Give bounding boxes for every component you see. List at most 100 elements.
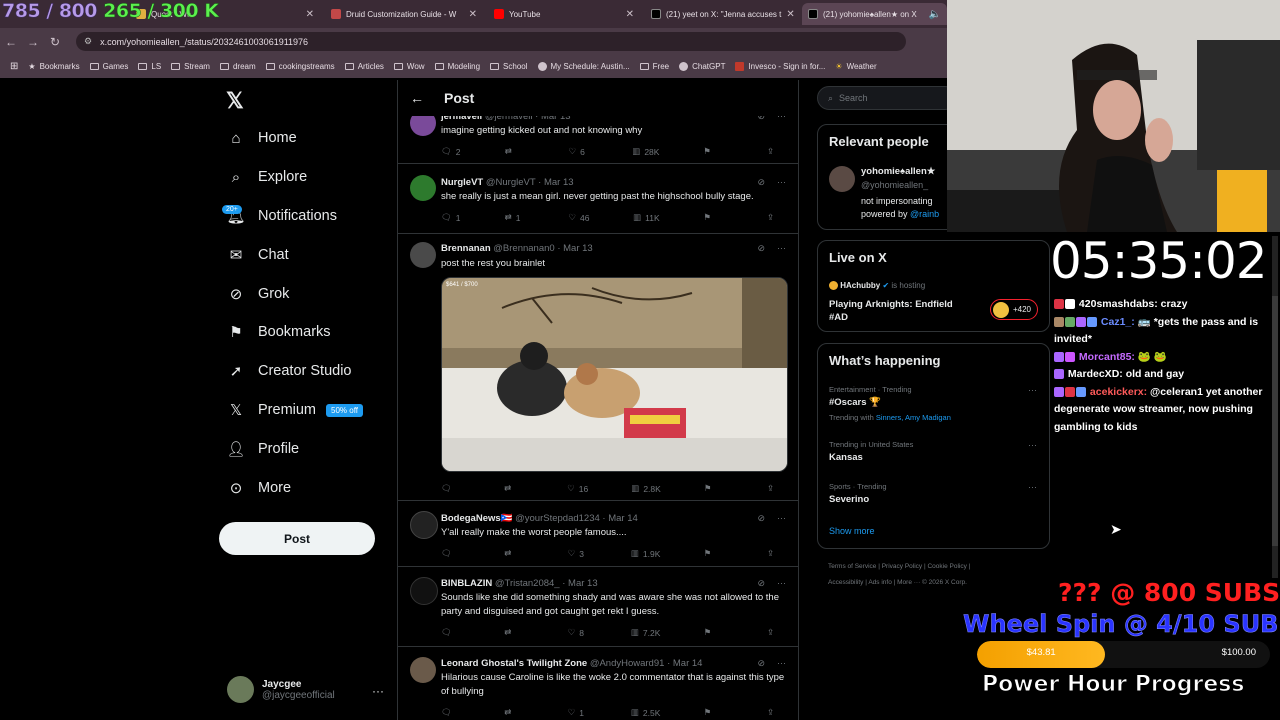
account-switcher[interactable]: Jaycgee @jaycgeeofficial [227, 676, 335, 703]
back-arrow-icon[interactable]: ← [410, 90, 434, 106]
trend-name[interactable]: Kansas [829, 452, 863, 463]
like-button[interactable]: ♡ 6 [569, 146, 589, 157]
reply-button[interactable]: 🗨︎ 1 [441, 212, 461, 223]
close-icon[interactable]: ✕ [469, 9, 477, 20]
more-horizontal-icon[interactable]: ··· [777, 243, 786, 254]
search-input[interactable]: ⌕ Search [817, 86, 957, 110]
post-button[interactable]: Post [219, 522, 375, 555]
nav-profile[interactable]: 👤︎ Profile [226, 437, 299, 461]
grok-icon[interactable]: ⊘ [757, 513, 765, 524]
nav-notifications[interactable]: 🔔︎ Notifications [226, 204, 337, 228]
reply-button[interactable]: 🗨︎ 2 [441, 146, 461, 157]
nav-explore[interactable]: ⌕ Explore [226, 165, 307, 189]
scrollbar-thumb[interactable] [1272, 296, 1278, 546]
bookmark-icon[interactable]: ⚑ [703, 146, 723, 157]
bookmark-icon[interactable]: ⚑ [703, 212, 723, 223]
reply-tweet[interactable]: BodegaNews🇵🇷 @yourStepdad1234 · Mar 14 ⊘… [398, 501, 798, 567]
reply-button[interactable]: 🗨︎ [441, 483, 461, 494]
close-icon[interactable]: ✕ [306, 9, 314, 20]
tab-youtube[interactable]: YouTube ✕ [488, 3, 640, 25]
repost-button[interactable]: ⇄ [504, 627, 524, 638]
repost-button[interactable]: ⇄ [505, 146, 525, 157]
bookmark-item[interactable]: Modeling [434, 62, 480, 71]
bookmark-icon[interactable]: ⚑ [704, 627, 724, 638]
views-button[interactable]: ▥ 28K [632, 146, 659, 157]
bookmark-item[interactable]: ★ Bookmarks [28, 62, 79, 71]
reply-tweet[interactable]: NurgleVT @NurgleVT · Mar 13 ⊘ ··· she rea… [398, 164, 798, 234]
like-button[interactable]: ♡ 16 [567, 483, 588, 494]
nav-creator-studio[interactable]: ➚ Creator Studio [226, 359, 352, 383]
chat-scrollbar[interactable] [1272, 236, 1278, 578]
grok-icon[interactable]: ⊘ [757, 578, 765, 589]
bookmark-item[interactable]: Games [89, 62, 128, 71]
share-icon[interactable]: ⇪ [767, 212, 787, 223]
bookmark-item[interactable]: School [490, 62, 528, 71]
bookmark-item[interactable]: cookingstreams [265, 62, 335, 71]
live-on-x-card[interactable]: Live on X HAchubby ✔ is hosting Playing … [817, 240, 1050, 332]
more-horizontal-icon[interactable]: ··· [777, 177, 786, 188]
grok-icon[interactable]: ⊘ [757, 243, 765, 254]
share-icon[interactable]: ⇪ [767, 627, 787, 638]
relevant-name[interactable]: yohomie♠allen★ [861, 166, 935, 177]
grok-icon[interactable]: ⊘ [757, 177, 765, 188]
trend-name[interactable]: #Oscars 🏆 [829, 397, 881, 408]
views-button[interactable]: ▥ 11K [633, 212, 660, 223]
nav-more[interactable]: ⊙ More [226, 476, 291, 500]
footer-links[interactable]: Terms of Service | Privacy Policy | Cook… [828, 563, 970, 570]
bookmark-item[interactable]: ChatGPT [679, 62, 725, 71]
views-button[interactable]: ▥ 7.2K [631, 627, 661, 638]
show-more-link[interactable]: Show more [829, 526, 875, 536]
like-button[interactable]: ♡ 46 [568, 212, 589, 223]
nav-chat[interactable]: ✉ Chat [226, 243, 289, 267]
footer-links-2[interactable]: Accessibility | Ads info | More ··· © 20… [828, 579, 967, 586]
bookmark-item[interactable]: My Schedule: Austin... [537, 62, 630, 71]
reply-tweet[interactable]: BINBLAZIN @Tristan2084_ · Mar 13 ⊘ ··· So… [398, 567, 798, 647]
repost-button[interactable]: ⇄ [504, 483, 524, 494]
more-horizontal-icon[interactable]: ··· [777, 578, 786, 589]
tab-yeet[interactable]: (21) yeet on X: "Jenna accuses t ✕ [645, 3, 797, 25]
views-button[interactable]: ▥ 2.8K [631, 483, 661, 494]
site-info-icon[interactable]: ⚙ [84, 36, 92, 47]
more-horizontal-icon[interactable]: ··· [777, 658, 786, 669]
bookmark-item[interactable]: Free [639, 62, 669, 71]
bookmark-item[interactable]: Wow [393, 62, 425, 71]
share-icon[interactable]: ⇪ [767, 146, 787, 157]
reply-button[interactable]: 🗨︎ [441, 707, 461, 718]
like-button[interactable]: ♡ 1 [568, 707, 588, 718]
more-horizontal-icon[interactable]: ··· [777, 513, 786, 524]
close-icon[interactable]: ✕ [626, 9, 634, 20]
speaker-icon[interactable]: 🔈 [929, 9, 941, 20]
views-button[interactable]: ▥ 2.5K [631, 707, 661, 718]
grok-icon[interactable]: ⊘ [757, 658, 765, 669]
reply-button[interactable]: 🗨︎ [441, 627, 461, 638]
bookmark-item[interactable]: Invesco - Sign in for... [735, 62, 825, 71]
views-button[interactable]: ▥ 1.9K [631, 548, 661, 559]
nav-premium[interactable]: 𝕏 Premium 50% off [226, 398, 363, 422]
trend-name[interactable]: Severino [829, 494, 869, 505]
tab-druid-guide[interactable]: Druid Customization Guide - W ✕ [325, 3, 483, 25]
url-input[interactable]: ⚙ x.com/yohomieallen_/status/20324610030… [76, 32, 906, 51]
like-button[interactable]: ♡ 8 [568, 627, 588, 638]
reply-tweet[interactable]: Leonard Ghostal's Twilight Zone @AndyHow… [398, 647, 798, 720]
share-icon[interactable]: ⇪ [767, 548, 787, 559]
more-horizontal-icon[interactable]: ··· [1028, 482, 1037, 492]
x-logo-icon[interactable]: 𝕏 [226, 88, 244, 114]
nav-home[interactable]: ⌂ Home [226, 126, 296, 150]
bookmark-icon[interactable]: ⚑ [704, 548, 724, 559]
repost-button[interactable]: ⇄ [504, 548, 524, 559]
repost-button[interactable]: ⇄ [504, 707, 524, 718]
bookmark-icon[interactable]: ⚑ [704, 483, 724, 494]
more-horizontal-icon[interactable]: ··· [1028, 440, 1037, 450]
close-icon[interactable]: ✕ [786, 9, 794, 20]
bookmark-item[interactable]: ☀ Weather [835, 62, 876, 71]
share-icon[interactable]: ⇪ [767, 483, 787, 494]
bookmark-item[interactable]: Articles [344, 62, 384, 71]
nav-bookmarks[interactable]: ⚑ Bookmarks [226, 320, 330, 344]
bookmark-item[interactable]: Stream [171, 62, 210, 71]
share-icon[interactable]: ⇪ [767, 707, 787, 718]
forward-icon[interactable]: → [22, 35, 44, 49]
apps-grid-icon[interactable]: ⊞ [10, 61, 18, 72]
bookmark-item[interactable]: LS [138, 62, 161, 71]
bookmark-icon[interactable]: ⚑ [704, 707, 724, 718]
back-icon[interactable]: ← [0, 35, 22, 49]
